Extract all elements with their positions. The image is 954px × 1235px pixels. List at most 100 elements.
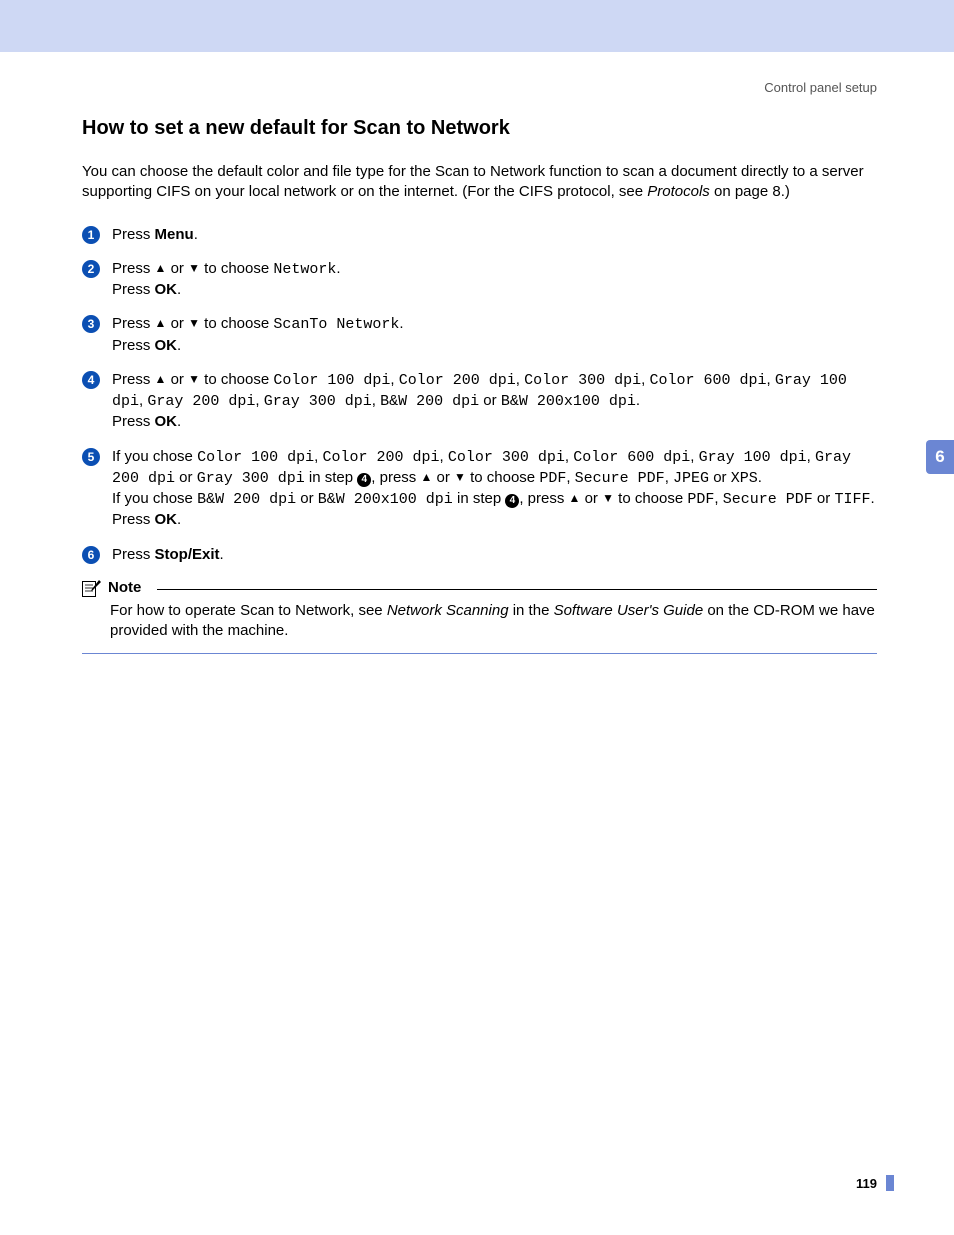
note-b: in the [509,602,554,619]
s4c: to choose [200,371,273,388]
s5c: , press [371,469,420,486]
s2e: Press [112,281,155,298]
note-block: Note For how to operate Scan to Network,… [82,579,877,655]
s5o9: B&W 200x100 dpi [318,491,453,508]
s5h: in step [453,490,506,507]
up-arrow-icon: ▲ [155,260,167,276]
s5g: If you chose [112,490,197,507]
s5or4: or [813,490,835,507]
s6a: Press [112,546,155,563]
down-arrow-icon: ▼ [454,469,466,485]
s6-stopexit: Stop/Exit [155,546,220,563]
s5m: . [177,511,181,528]
s4d: . [636,392,640,409]
page-number: 119 [856,1176,877,1191]
chapter-tab: 6 [926,440,954,474]
s5-ok: OK [155,511,178,528]
s2d: . [336,260,340,277]
s2-network: Network [273,261,336,278]
s3-ok: OK [155,337,178,354]
s6dot: . [220,546,224,563]
s4f: . [177,413,181,430]
up-arrow-icon: ▲ [155,371,167,387]
s5i: , press [519,490,568,507]
s5or: or [175,469,197,486]
down-arrow-icon: ▼ [188,315,200,331]
steps-list: Press Menu. Press ▲ or ▼ to choose Netwo… [82,225,877,565]
step-4: Press ▲ or ▼ to choose Color 100 dpi, Co… [82,370,877,433]
down-arrow-icon: ▼ [188,260,200,276]
step1-text: Press [112,226,155,243]
up-arrow-icon: ▲ [420,469,432,485]
note-a: For how to operate Scan to Network, see [110,602,387,619]
section-title: How to set a new default for Scan to Net… [82,117,877,140]
step-5: If you chose Color 100 dpi, Color 200 dp… [82,447,877,531]
s3a: Press [112,315,155,332]
s3e: Press [112,337,155,354]
step-1: Press Menu. [82,225,877,245]
footer-accent [886,1175,894,1191]
s4b: or [166,371,188,388]
s5o4: Color 600 dpi [573,449,690,466]
breadcrumb: Control panel setup [0,52,954,95]
s5o1: Color 100 dpi [197,449,314,466]
s5o7: Gray 300 dpi [197,470,305,487]
s5l: Press [112,511,155,528]
s2c: to choose [200,260,273,277]
s5f4: XPS [731,470,758,487]
s3f: . [177,337,181,354]
s4-o9: B&W 200x100 dpi [501,393,636,410]
step-3: Press ▲ or ▼ to choose ScanTo Network. P… [82,314,877,356]
s2-ok: OK [155,281,178,298]
s4-o1: Color 100 dpi [273,372,390,389]
s2a: Press [112,260,155,277]
top-accent-band [0,0,954,52]
s5e: to choose [466,469,539,486]
step-2: Press ▲ or ▼ to choose Network. Press OK… [82,259,877,301]
s5o5: Gray 100 dpi [699,449,807,466]
step-6: Press Stop/Exit. [82,545,877,565]
s2b: or [166,260,188,277]
note-body: For how to operate Scan to Network, see … [82,597,877,655]
intro-paragraph: You can choose the default color and fil… [82,162,877,203]
s4-o7: Gray 300 dpi [264,393,372,410]
step1-menu: Menu [155,226,194,243]
s5d: or [432,469,454,486]
s5o3: Color 300 dpi [448,449,565,466]
s5b: in step [305,469,358,486]
down-arrow-icon: ▼ [188,371,200,387]
s5o8: B&W 200 dpi [197,491,296,508]
up-arrow-icon: ▲ [155,315,167,331]
up-arrow-icon: ▲ [569,490,581,506]
s5k: to choose [614,490,687,507]
s4-ok: OK [155,413,178,430]
note-i2: Software User's Guide [554,602,704,619]
step1-dot: . [194,226,198,243]
s5or3: or [296,490,318,507]
s3b: or [166,315,188,332]
s4e: Press [112,413,155,430]
s5f2: Secure PDF [575,470,665,487]
s4-o2: Color 200 dpi [399,372,516,389]
s5f6: Secure PDF [723,491,813,508]
intro-text-b: on page 8.) [710,183,790,200]
s3c: to choose [200,315,273,332]
s4-o4: Color 600 dpi [650,372,767,389]
s5a: If you chose [112,448,197,465]
s4-o3: Color 300 dpi [524,372,641,389]
note-rule [157,589,877,590]
s2f: . [177,281,181,298]
down-arrow-icon: ▼ [602,490,614,506]
note-label: Note [108,579,141,596]
s5dot2: . [870,490,874,507]
s3d: . [399,315,403,332]
note-pencil-icon [82,579,102,597]
step-ref-4-icon: 4 [357,473,371,487]
step-ref-4-icon: 4 [505,494,519,508]
s5f7: TIFF [834,491,870,508]
s4-o8: B&W 200 dpi [380,393,479,410]
s4-o6: Gray 200 dpi [147,393,255,410]
s5f5: PDF [687,491,714,508]
s5or2: or [709,469,731,486]
note-i1: Network Scanning [387,602,509,619]
